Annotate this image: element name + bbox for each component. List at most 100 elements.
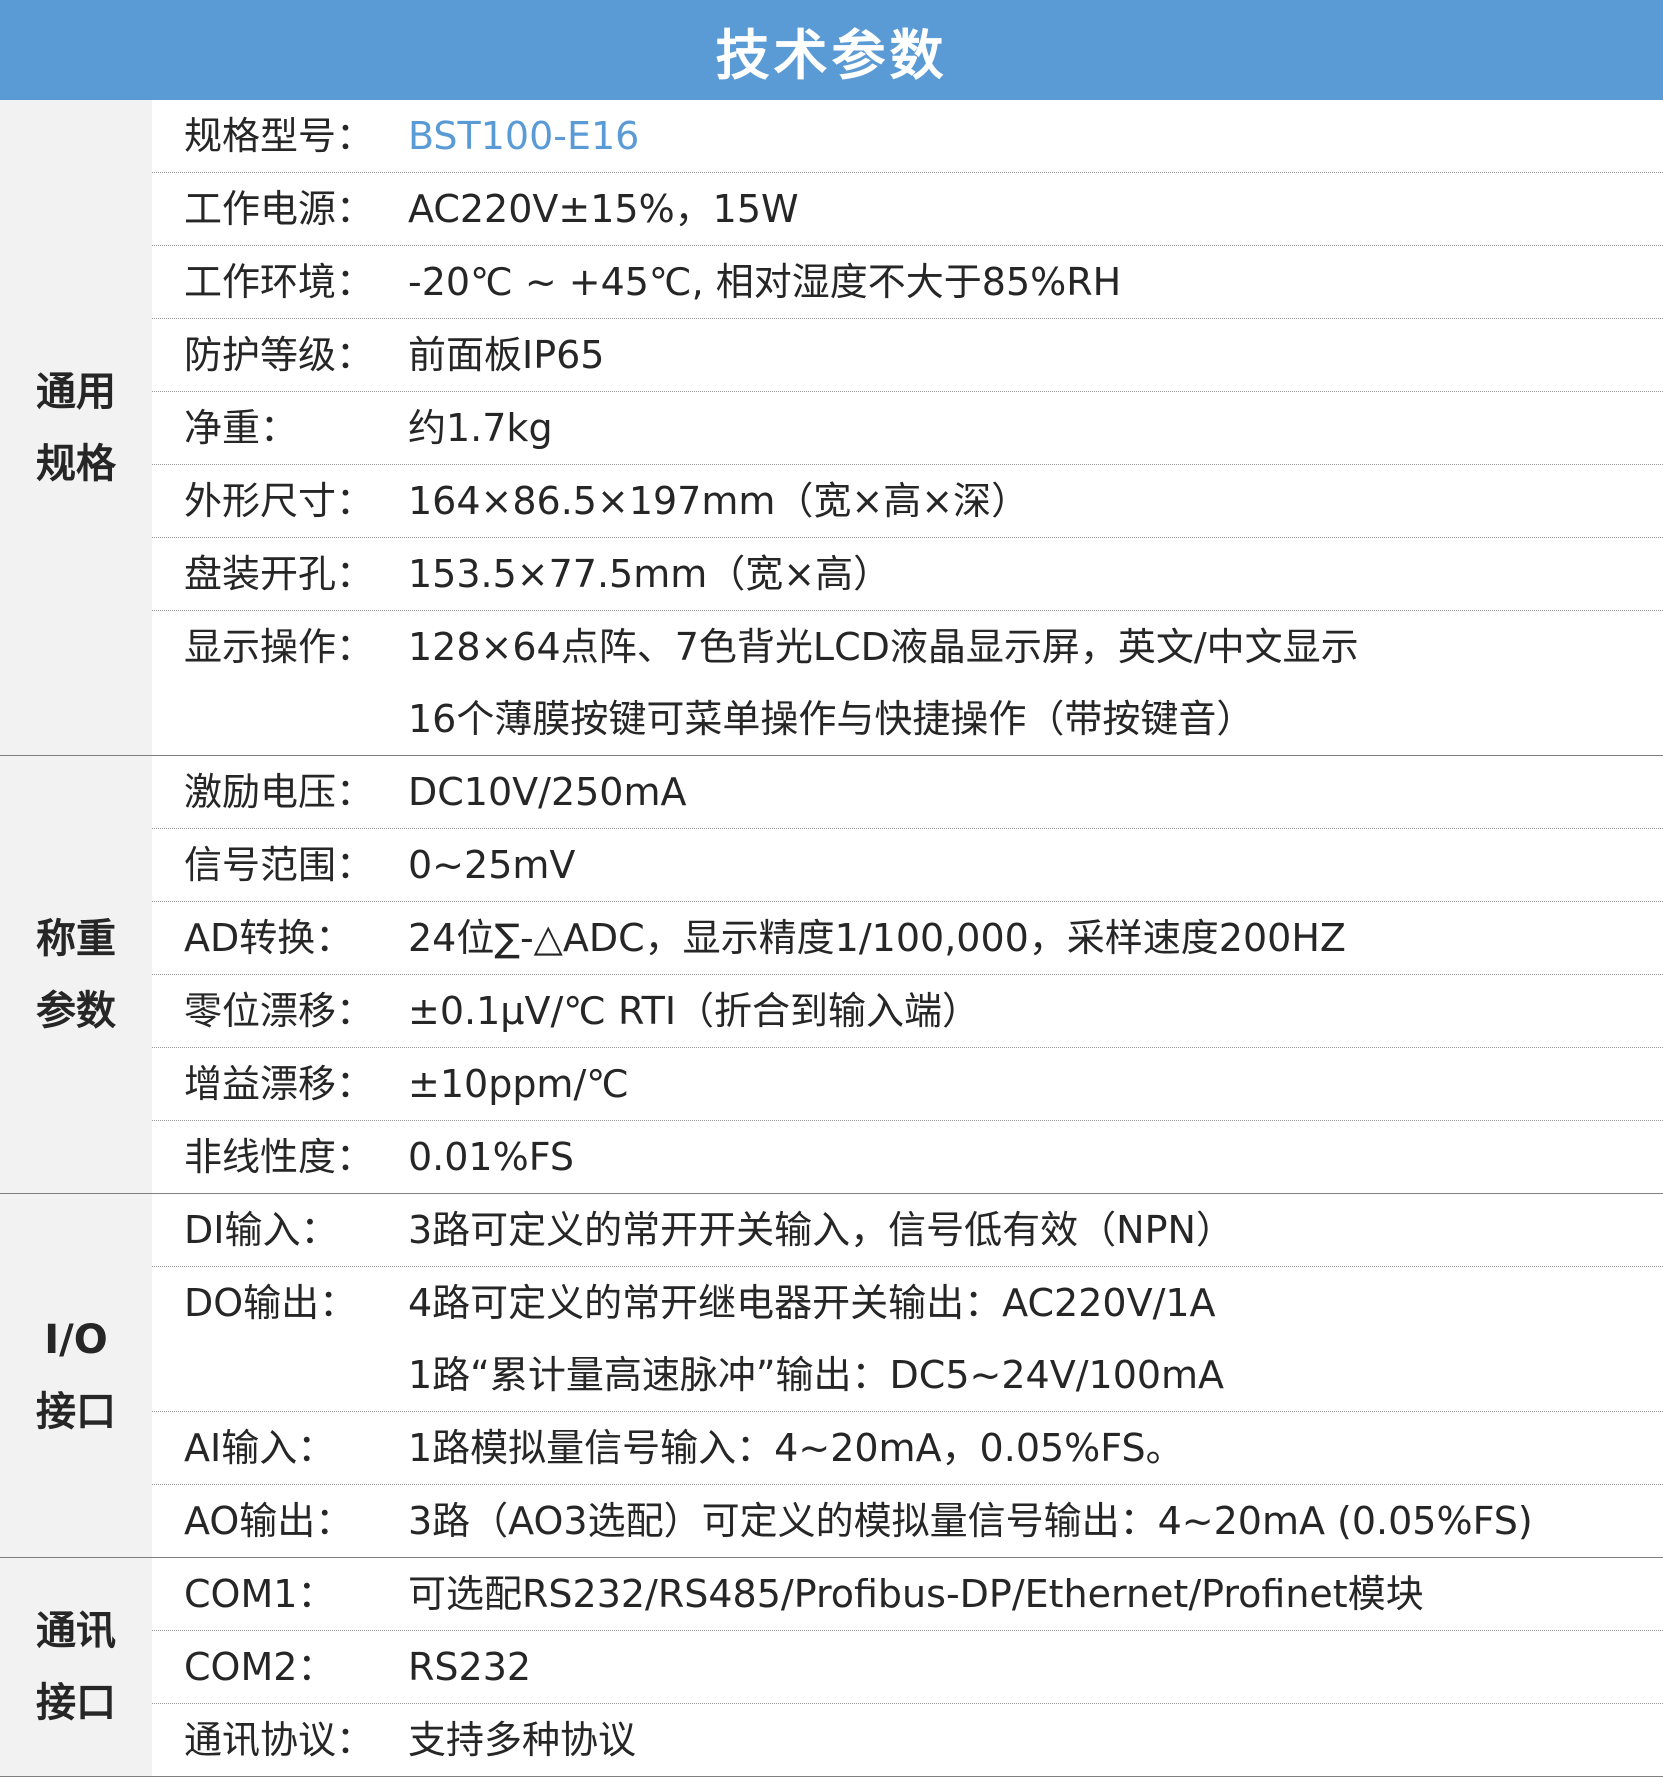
spec-value: -20℃ ~ +45℃, 相对湿度不大于85%RH [408, 260, 1122, 304]
spec-row: 外形尺寸： 164×86.5×197mm（宽×高×深） [152, 465, 1663, 538]
spec-key: 防护等级： [184, 333, 375, 377]
section-label-line: 接口 [36, 1388, 116, 1435]
spec-values: DC10V/250mA [408, 756, 1663, 828]
spec-row: 规格型号： BST100-E16 [152, 100, 1663, 173]
section-label-line: 接口 [36, 1680, 116, 1726]
section-rows: DI输入： 3路可定义的常开开关输入，信号低有效（NPN） DO输出： 4路可定义的常… [152, 1194, 1663, 1557]
spec-value: BST100-E16 [408, 114, 640, 158]
spec-values: 4路可定义的常开继电器开关输出：AC220V/1A 1路“累计量高速脉冲”输出：D… [408, 1267, 1663, 1411]
spec-value: 164×86.5×197mm（宽×高×深） [408, 479, 1030, 523]
section-rows: 规格型号： BST100-E16 工作电源： AC220V±15%，15W 工作环境： -… [152, 100, 1663, 755]
spec-key: 零位漂移： [184, 989, 375, 1033]
spec-key: 显示操作： [184, 625, 375, 669]
spec-row: 增益漂移： ±10ppm/℃ [152, 1048, 1663, 1121]
section-label-line: 通讯 [36, 1608, 116, 1654]
spec-row: 信号范围： 0~25mV [152, 829, 1663, 902]
section-label-line: 通用 [36, 368, 116, 415]
spec-key: 规格型号： [184, 114, 375, 158]
spec-values: ±10ppm/℃ [408, 1048, 1663, 1120]
spec-values: 1路模拟量信号输入：4~20mA，0.05%FS。 [408, 1412, 1663, 1484]
page-title: 技术参数 [715, 23, 948, 87]
spec-value: 24位∑-△ADC，显示精度1/100,000，采样速度200HZ [408, 916, 1346, 960]
spec-row: COM1： 可选配RS232/RS485/Profibus-DP/Ethernet… [152, 1558, 1663, 1631]
spec-value: 可选配RS232/RS485/Profibus-DP/Ethernet/Prof… [408, 1572, 1424, 1616]
spec-row: AI输入： 1路模拟量信号输入：4~20mA，0.05%FS。 [152, 1412, 1663, 1485]
spec-key: COM1： [184, 1572, 336, 1616]
spec-value: ±0.1μV/℃ RTI（折合到输入端） [408, 989, 981, 1033]
spec-row: AO输出： 3路（AO3选配）可定义的模拟量信号输出：4~20mA (0.05%F… [152, 1485, 1663, 1557]
spec-key: 工作电源： [184, 187, 375, 231]
spec-value: 128×64点阵、7色背光LCD液晶显示屏，英文/中文显示 [408, 625, 1359, 669]
spec-value: 0~25mV [408, 843, 576, 887]
spec-values: 3路可定义的常开开关输入，信号低有效（NPN） [408, 1194, 1663, 1266]
spec-row: 非线性度： 0.01%FS [152, 1121, 1663, 1193]
spec-key: 增益漂移： [184, 1062, 375, 1106]
spec-values: 约1.7kg [408, 392, 1663, 464]
section-label: 称重 参数 [0, 756, 152, 1193]
spec-values: 3路（AO3选配）可定义的模拟量信号输出：4~20mA (0.05%FS) [408, 1485, 1663, 1557]
spec-value: 3路可定义的常开开关输入，信号低有效（NPN） [408, 1208, 1234, 1252]
spec-values: -20℃ ~ +45℃, 相对湿度不大于85%RH [408, 246, 1663, 318]
spec-value: 3路（AO3选配）可定义的模拟量信号输出：4~20mA (0.05%FS) [408, 1499, 1533, 1543]
section-label-line: 称重 [36, 915, 116, 962]
spec-key: COM2： [184, 1645, 336, 1689]
spec-key: AI输入： [184, 1426, 336, 1470]
spec-value: 约1.7kg [408, 406, 553, 450]
spec-key: 信号范围： [184, 843, 375, 887]
spec-key: 工作环境： [184, 260, 375, 304]
spec-key: DI输入： [184, 1208, 339, 1252]
spec-values: 支持多种协议 [408, 1704, 1663, 1776]
spec-row: DI输入： 3路可定义的常开开关输入，信号低有效（NPN） [152, 1194, 1663, 1267]
spec-value: 1路“累计量高速脉冲”输出：DC5~24V/100mA [408, 1353, 1225, 1397]
spec-values: 164×86.5×197mm（宽×高×深） [408, 465, 1663, 537]
spec-value: 0.01%FS [408, 1135, 575, 1179]
section-label-line: 规格 [36, 440, 116, 487]
spec-key: 非线性度： [184, 1135, 375, 1179]
section-rows: 激励电压： DC10V/250mA 信号范围： 0~25mV AD转换： 24位∑-△AD… [152, 756, 1663, 1193]
spec-row: 零位漂移： ±0.1μV/℃ RTI（折合到输入端） [152, 975, 1663, 1048]
spec-row: COM2： RS232 [152, 1631, 1663, 1704]
section-label: 通用 规格 [0, 100, 152, 755]
spec-row: DO输出： 4路可定义的常开继电器开关输出：AC220V/1A 1路“累计量高速脉冲… [152, 1267, 1663, 1412]
section-rows: COM1： 可选配RS232/RS485/Profibus-DP/Ethernet… [152, 1558, 1663, 1776]
spec-row: AD转换： 24位∑-△ADC，显示精度1/100,000，采样速度200HZ [152, 902, 1663, 975]
spec-key: DO输出： [184, 1281, 358, 1325]
spec-row: 防护等级： 前面板IP65 [152, 319, 1663, 392]
spec-values: ±0.1μV/℃ RTI（折合到输入端） [408, 975, 1663, 1047]
spec-value: 前面板IP65 [408, 333, 605, 377]
spec-values: 128×64点阵、7色背光LCD液晶显示屏，英文/中文显示 16个薄膜按键可菜单操… [408, 611, 1663, 755]
spec-key: 净重： [184, 406, 299, 450]
spec-value: ±10ppm/℃ [408, 1062, 629, 1106]
spec-table: 通用 规格 规格型号： BST100-E16 工作电源： AC220V±15%，15W 工作… [0, 100, 1663, 1777]
spec-values: RS232 [408, 1631, 1663, 1703]
spec-row: 工作电源： AC220V±15%，15W [152, 173, 1663, 246]
spec-key: 激励电压： [184, 770, 375, 814]
spec-value: DC10V/250mA [408, 770, 687, 814]
section-label: 通讯 接口 [0, 1558, 152, 1776]
spec-value: 支持多种协议 [408, 1718, 637, 1762]
spec-section: 通用 规格 规格型号： BST100-E16 工作电源： AC220V±15%，15W 工作… [0, 100, 1663, 756]
spec-row: 通讯协议： 支持多种协议 [152, 1704, 1663, 1776]
section-label: I/O 接口 [0, 1194, 152, 1557]
spec-section: I/O 接口 DI输入： 3路可定义的常开开关输入，信号低有效（NPN） DO输出： 4路… [0, 1194, 1663, 1558]
spec-key: AO输出： [184, 1499, 354, 1543]
spec-section: 称重 参数 激励电压： DC10V/250mA 信号范围： 0~25mV AD转换： 24位∑… [0, 756, 1663, 1194]
spec-key: 盘装开孔： [184, 552, 375, 596]
spec-values: 0.01%FS [408, 1121, 1663, 1193]
section-label-line: 参数 [36, 987, 116, 1034]
spec-section: 通讯接口 COM1： 可选配RS232/RS485/Profibus-DP/Ethe… [0, 1558, 1663, 1777]
spec-value: 16个薄膜按键可菜单操作与快捷操作（带按键音） [408, 697, 1255, 741]
spec-row: 激励电压： DC10V/250mA [152, 756, 1663, 829]
spec-key: 外形尺寸： [184, 479, 375, 523]
spec-key: AD转换： [184, 916, 354, 960]
spec-values: AC220V±15%，15W [408, 173, 1663, 245]
section-label-line: I/O [44, 1316, 108, 1363]
spec-row: 显示操作： 128×64点阵、7色背光LCD液晶显示屏，英文/中文显示 16个薄膜按… [152, 611, 1663, 755]
spec-values: 24位∑-△ADC，显示精度1/100,000，采样速度200HZ [408, 902, 1663, 974]
spec-value: 4路可定义的常开继电器开关输出：AC220V/1A [408, 1281, 1216, 1325]
spec-row: 工作环境： -20℃ ~ +45℃, 相对湿度不大于85%RH [152, 246, 1663, 319]
spec-sheet: 技术参数 通用 规格 规格型号： BST100-E16 工作电源： AC220V±15%，… [0, 0, 1663, 1777]
spec-values: 0~25mV [408, 829, 1663, 901]
spec-values: 前面板IP65 [408, 319, 1663, 391]
spec-row: 净重： 约1.7kg [152, 392, 1663, 465]
